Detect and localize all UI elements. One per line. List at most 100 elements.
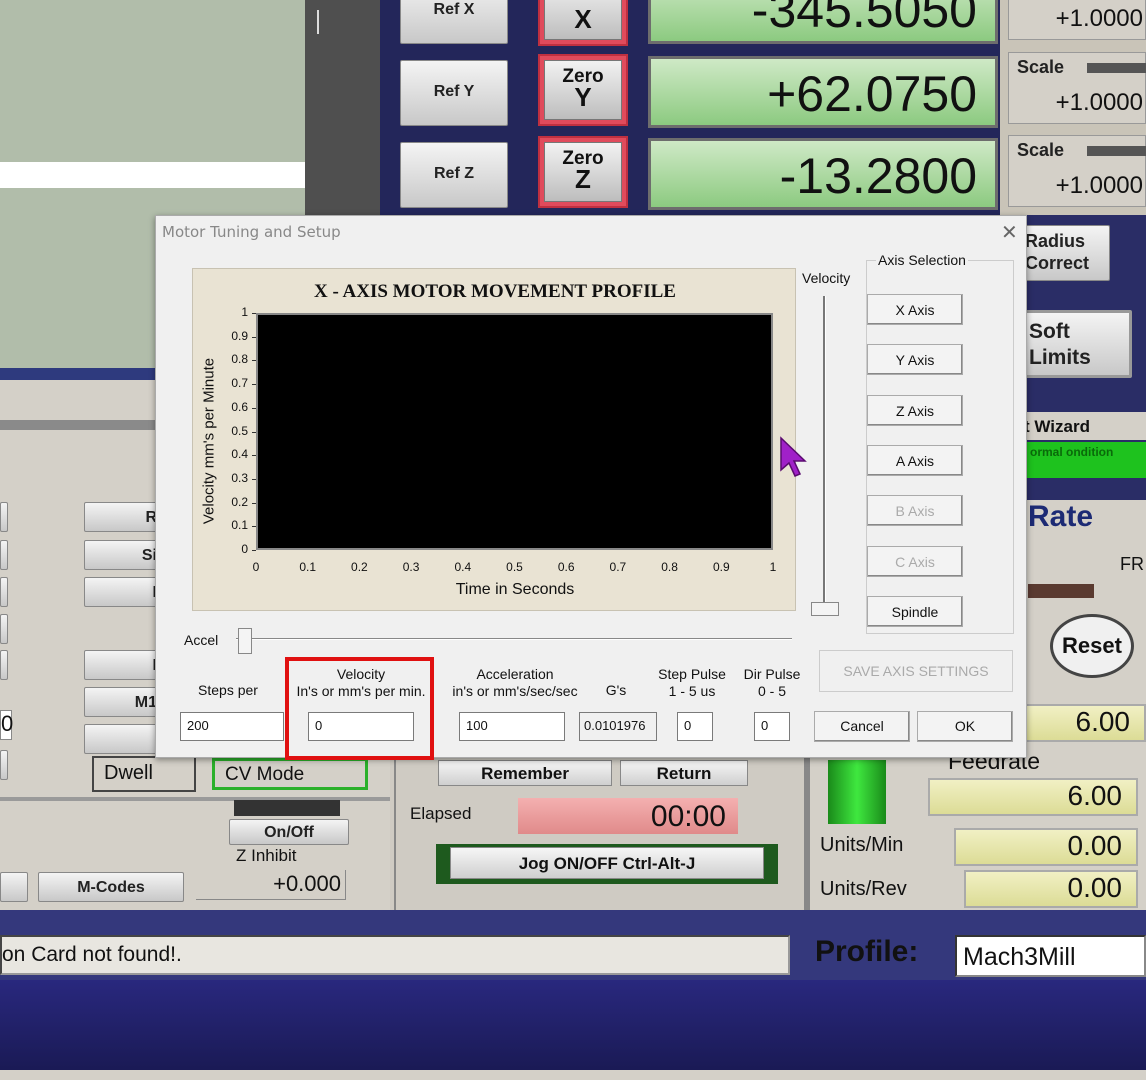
acceleration-input[interactable]: 100 bbox=[459, 712, 565, 741]
velocity-slider-label: Velocity bbox=[802, 270, 851, 286]
left-button-i[interactable]: I bbox=[84, 577, 164, 607]
m-codes-button[interactable]: M-Codes bbox=[38, 872, 184, 902]
left-edge-btn-1[interactable] bbox=[0, 502, 8, 532]
bottom-edge bbox=[0, 1070, 1146, 1080]
close-icon[interactable]: ✕ bbox=[1001, 220, 1018, 245]
left-edge-btn-4[interactable] bbox=[0, 614, 8, 644]
left-edge-btn-5[interactable] bbox=[0, 650, 8, 680]
y-tick-label: 1 bbox=[241, 305, 248, 319]
z-inhibit-value[interactable]: +0.000 bbox=[196, 870, 346, 900]
scale-z-box: Scale +1.0000 bbox=[1008, 135, 1146, 207]
x-tick-label: 0.2 bbox=[351, 560, 368, 574]
y-tick-label: 0.1 bbox=[231, 518, 248, 533]
fr-label: FR bbox=[1120, 554, 1144, 574]
elapsed-value: 00:00 bbox=[518, 798, 738, 834]
left-edge-btn-2[interactable] bbox=[0, 540, 8, 570]
cancel-button[interactable]: Cancel bbox=[814, 711, 910, 742]
gs-label: G's bbox=[605, 682, 627, 698]
toolpath-display bbox=[0, 0, 305, 162]
y-tick-mark bbox=[252, 407, 256, 409]
dro-x-value: -345.5050 bbox=[648, 0, 998, 44]
acceleration-label: Acceleration in's or mm's/sec/sec bbox=[452, 666, 578, 699]
ref-z-button[interactable]: Ref Z bbox=[400, 142, 508, 208]
chart-y-axis-label: Velocity mm's per Minute bbox=[200, 357, 218, 525]
dir-pulse-input[interactable]: 0 bbox=[754, 712, 790, 741]
remember-button[interactable]: Remember bbox=[438, 760, 612, 786]
x-axis-button[interactable]: X Axis bbox=[867, 294, 963, 325]
scale-z-label: Scale bbox=[1017, 140, 1065, 160]
y-tick-mark bbox=[252, 526, 256, 528]
left-button-r[interactable]: R bbox=[84, 502, 164, 532]
dialog-title: Motor Tuning and Setup bbox=[162, 223, 341, 241]
accel-slider-thumb[interactable] bbox=[238, 628, 252, 654]
steps-per-label: Steps per bbox=[198, 682, 258, 698]
scale-x-value: +1.0000 bbox=[1055, 5, 1143, 32]
feed-override-value[interactable]: 6.00 bbox=[1020, 704, 1146, 742]
left-button-i2[interactable]: I bbox=[84, 650, 164, 680]
feed-rate-title: Rate bbox=[1028, 500, 1094, 533]
z-inhibit-led bbox=[234, 800, 340, 816]
y-axis-button[interactable]: Y Axis bbox=[867, 344, 963, 375]
y-tick-label: 0.9 bbox=[231, 328, 248, 343]
accel-slider-track[interactable] bbox=[236, 638, 792, 640]
left-edge-btn-6[interactable] bbox=[0, 750, 8, 780]
reset-button[interactable]: Reset bbox=[1050, 614, 1134, 678]
y-tick-mark bbox=[252, 550, 256, 551]
x-tick-label: 0.7 bbox=[609, 560, 627, 574]
step-pulse-input[interactable]: 0 bbox=[677, 712, 713, 741]
y-tick-label: 0.8 bbox=[231, 352, 248, 367]
jog-toggle-button[interactable]: Jog ON/OFF Ctrl-Alt-J bbox=[450, 847, 764, 879]
zero-z-button[interactable]: Zero Z bbox=[538, 136, 628, 208]
zero-x-button[interactable]: X bbox=[538, 0, 628, 46]
soft-limits-button[interactable]: Soft Limits bbox=[1020, 310, 1132, 378]
c-axis-button: C Axis bbox=[867, 546, 963, 577]
x-tick-label: 0.9 bbox=[712, 560, 730, 574]
zero-x-axis: X bbox=[574, 4, 592, 34]
steps-per-input[interactable]: 200 bbox=[180, 712, 284, 741]
x-tick-label: 1 bbox=[769, 560, 777, 574]
left-button-m1[interactable]: M1 bbox=[84, 687, 164, 717]
left-edge-btn-7[interactable] bbox=[0, 872, 28, 902]
velocity-highlight-box bbox=[285, 657, 434, 760]
scale-z-value: +1.0000 bbox=[1055, 172, 1143, 199]
normal-condition-led: ormal ondition bbox=[1010, 442, 1146, 478]
accel-slider-label: Accel bbox=[184, 632, 219, 648]
scale-y-box: Scale +1.0000 bbox=[1008, 52, 1146, 124]
x-tick-label: 0.8 bbox=[661, 560, 678, 574]
return-button[interactable]: Return bbox=[620, 760, 748, 786]
chart-plot-area bbox=[256, 313, 773, 550]
a-axis-button[interactable]: A Axis bbox=[867, 445, 963, 476]
chart-x-axis-label: Time in Seconds bbox=[455, 581, 575, 598]
display-divider bbox=[0, 162, 305, 188]
y-tick-mark bbox=[252, 455, 256, 457]
mouse-pointer-icon bbox=[780, 436, 807, 477]
y-tick-mark bbox=[252, 360, 256, 362]
velocity-slider-thumb[interactable] bbox=[811, 602, 839, 616]
y-tick-mark bbox=[252, 336, 256, 338]
left-button-si[interactable]: Si bbox=[84, 540, 164, 570]
step-pulse-label: Step Pulse 1 - 5 us bbox=[658, 666, 726, 699]
x-tick-label: 0 bbox=[252, 560, 260, 574]
feed-bar bbox=[1028, 584, 1094, 598]
ref-y-button[interactable]: Ref Y bbox=[400, 60, 508, 126]
left-button-blank[interactable] bbox=[84, 724, 164, 754]
ok-button[interactable]: OK bbox=[917, 711, 1013, 742]
z-inhibit-on-off-button[interactable]: On/Off bbox=[229, 819, 349, 845]
z-axis-button[interactable]: Z Axis bbox=[867, 395, 963, 426]
ref-x-button[interactable]: Ref X bbox=[400, 0, 508, 44]
axis-selection-label: Axis Selection bbox=[876, 252, 968, 268]
dro-z-value: -13.2800 bbox=[648, 138, 998, 210]
zero-y-button[interactable]: Zero Y bbox=[538, 54, 628, 126]
movement-profile-chart: X - AXIS MOTOR MOVEMENT PROFILE Velocity… bbox=[192, 268, 796, 611]
velocity-slider-track[interactable] bbox=[823, 296, 826, 616]
left-edge-btn-3[interactable] bbox=[0, 577, 8, 607]
zero-z-axis: Z bbox=[575, 164, 591, 194]
y-tick-mark bbox=[252, 431, 256, 433]
wizard-label: t Wizard bbox=[1010, 412, 1146, 440]
scale-y-value: +1.0000 bbox=[1055, 89, 1143, 116]
spindle-button[interactable]: Spindle bbox=[867, 596, 963, 627]
scale-z-bar bbox=[1087, 146, 1146, 156]
dwell-indicator: Dwell bbox=[92, 756, 196, 792]
radius-correct-button[interactable]: Radius Correct bbox=[1020, 225, 1110, 281]
save-axis-settings-button: SAVE AXIS SETTINGS bbox=[819, 650, 1013, 692]
